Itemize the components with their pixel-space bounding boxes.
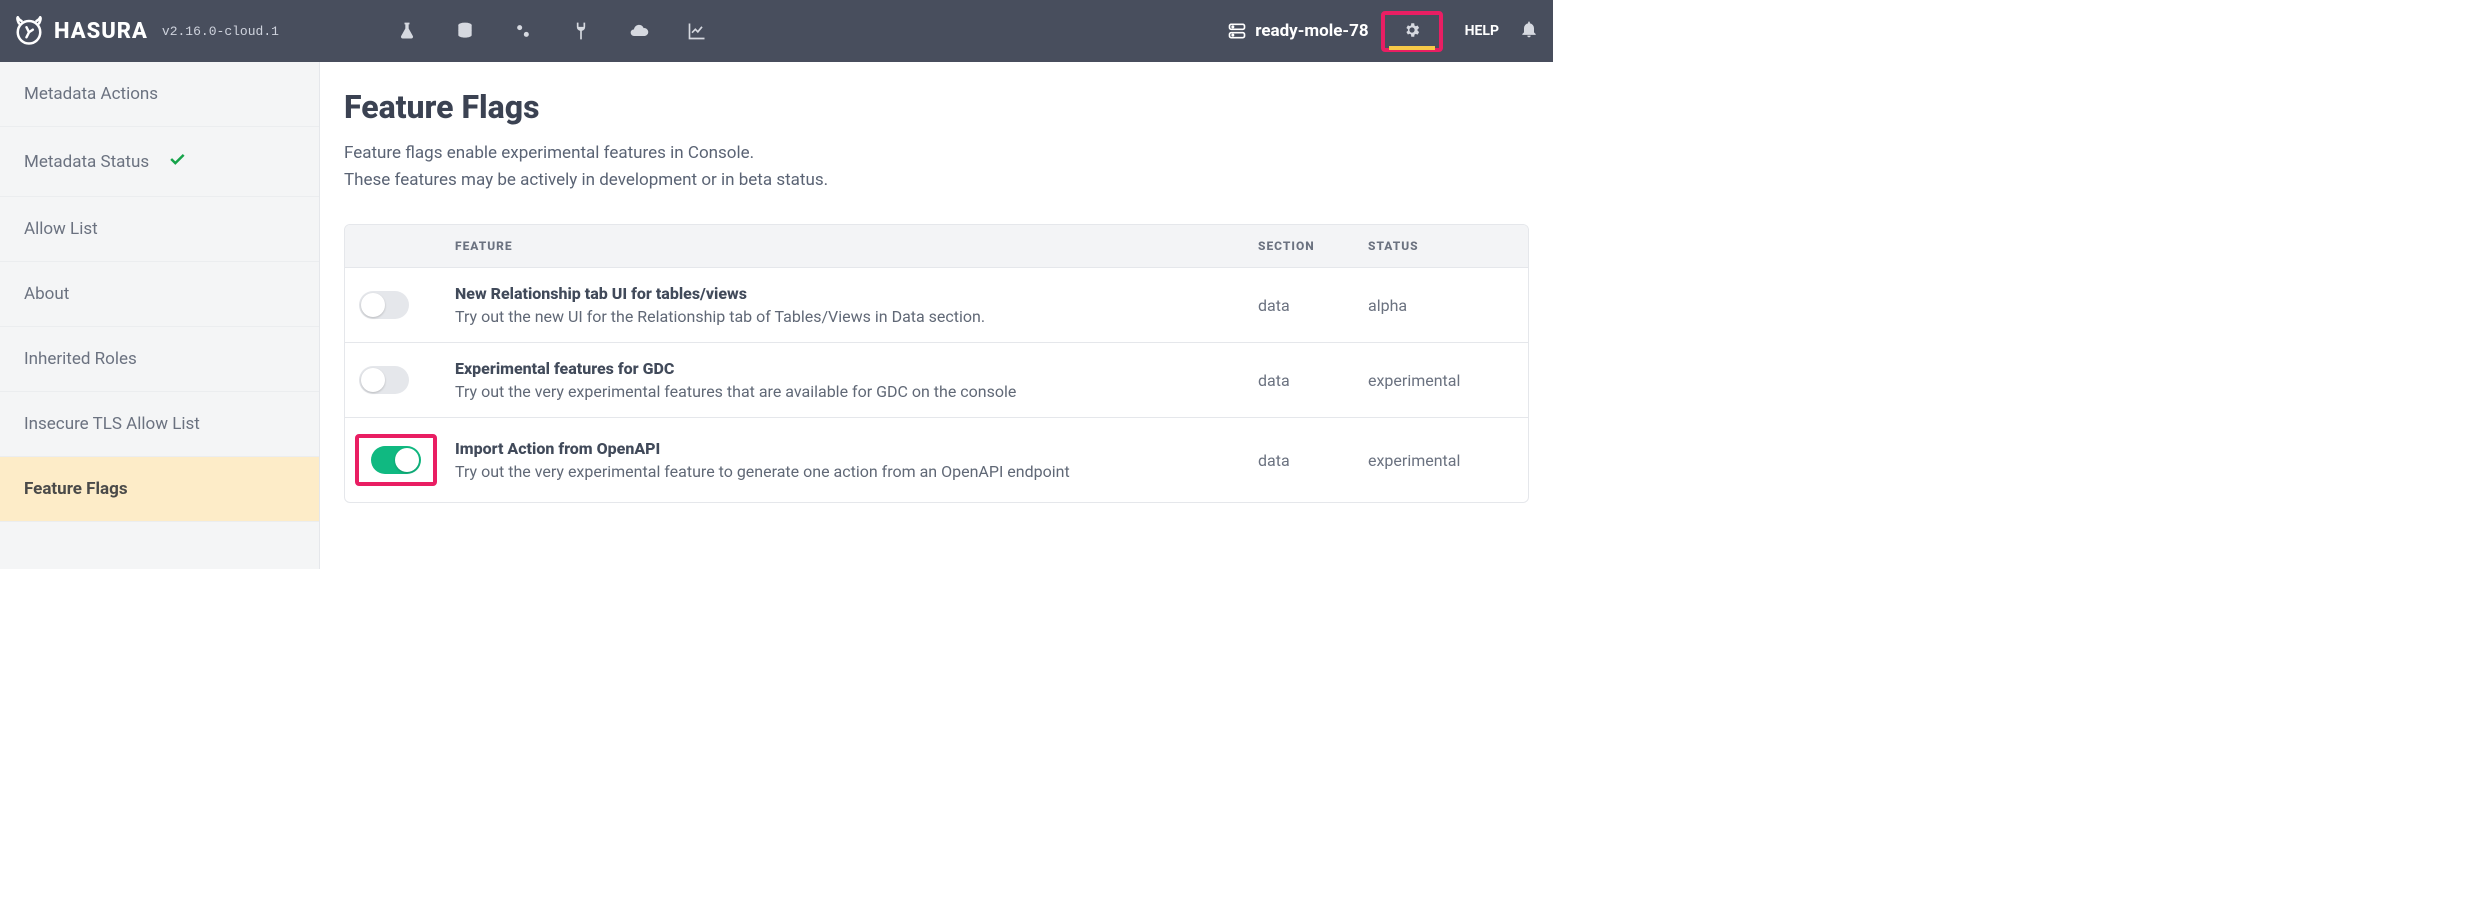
status-cell: experimental [1368, 451, 1528, 470]
page-title: Feature Flags [344, 88, 1529, 126]
sidebar-item-label: Insecure TLS Allow List [24, 414, 200, 434]
sidebar-item-metadata-status[interactable]: Metadata Status [0, 127, 319, 197]
brand-name: HASURA [54, 19, 148, 44]
sidebar-item-label: About [24, 284, 69, 304]
feature-flags-table: FEATURE SECTION STATUS New Relationship … [344, 224, 1529, 503]
chart-icon[interactable] [687, 21, 707, 41]
sidebar-item-label: Feature Flags [24, 479, 128, 499]
feature-description: Try out the new UI for the Relationship … [455, 307, 1258, 326]
sidebar-item-about[interactable]: About [0, 262, 319, 327]
toggle-cell [345, 434, 455, 486]
toggle-cell [345, 291, 455, 319]
check-icon [167, 149, 187, 174]
section-cell: data [1258, 296, 1368, 315]
sidebar-item-insecure-tls[interactable]: Insecure TLS Allow List [0, 392, 319, 457]
page-desc-line2: These features may be actively in develo… [344, 170, 828, 190]
toggle-knob [361, 368, 385, 392]
sidebar-item-feature-flags[interactable]: Feature Flags [0, 457, 319, 522]
plug-icon[interactable] [571, 21, 591, 41]
table-row: Import Action from OpenAPI Try out the ve… [345, 417, 1528, 502]
sidebar-item-label: Metadata Status [24, 152, 149, 172]
feature-toggle[interactable] [359, 291, 409, 319]
feature-description: Try out the very experimental features t… [455, 382, 1258, 401]
project-selector[interactable]: ready-mole-78 [1227, 21, 1368, 41]
database-icon[interactable] [455, 21, 475, 41]
feature-title: New Relationship tab UI for tables/views [455, 284, 1258, 303]
table-header-row: FEATURE SECTION STATUS [345, 225, 1528, 267]
section-cell: data [1258, 371, 1368, 390]
feature-title: Experimental features for GDC [455, 359, 1258, 378]
th-feature: FEATURE [455, 239, 1258, 253]
sidebar-item-label: Inherited Roles [24, 349, 137, 369]
project-name: ready-mole-78 [1255, 21, 1368, 41]
toggle-highlight [355, 434, 437, 486]
nav-right: ready-mole-78 HELP [1227, 11, 1539, 52]
feature-description: Try out the very experimental feature to… [455, 462, 1258, 481]
gears-icon[interactable] [513, 21, 533, 41]
toggle-knob [395, 448, 419, 472]
server-icon [1227, 21, 1247, 41]
feature-cell: Import Action from OpenAPI Try out the ve… [455, 439, 1258, 481]
status-cell: alpha [1368, 296, 1528, 315]
content-area: Feature Flags Feature flags enable exper… [320, 62, 1553, 569]
gear-icon[interactable] [1403, 21, 1421, 39]
sidebar-item-inherited-roles[interactable]: Inherited Roles [0, 327, 319, 392]
feature-toggle[interactable] [371, 446, 421, 474]
flask-icon[interactable] [397, 21, 417, 41]
sidebar-item-allow-list[interactable]: Allow List [0, 197, 319, 262]
status-cell: experimental [1368, 371, 1528, 390]
feature-toggle[interactable] [359, 366, 409, 394]
page-desc-line1: Feature flags enable experimental featur… [344, 143, 754, 163]
toggle-cell [345, 366, 455, 394]
table-row: Experimental features for GDC Try out the… [345, 342, 1528, 417]
section-cell: data [1258, 451, 1368, 470]
feature-title: Import Action from OpenAPI [455, 439, 1258, 458]
sidebar-item-label: Allow List [24, 219, 98, 239]
settings-button-highlight [1381, 11, 1443, 52]
help-link[interactable]: HELP [1465, 23, 1499, 39]
version-label: v2.16.0-cloud.1 [162, 24, 279, 39]
brand[interactable]: HASURA v2.16.0-cloud.1 [14, 16, 279, 46]
toggle-knob [361, 293, 385, 317]
feature-cell: New Relationship tab UI for tables/views… [455, 284, 1258, 326]
th-status: STATUS [1368, 239, 1528, 253]
top-nav: HASURA v2.16.0-cloud.1 ready-mole-78 [0, 0, 1553, 62]
bell-icon[interactable] [1519, 19, 1539, 43]
sidebar-item-label: Metadata Actions [24, 84, 158, 104]
main-layout: Metadata Actions Metadata Status Allow L… [0, 62, 1553, 569]
feature-cell: Experimental features for GDC Try out the… [455, 359, 1258, 401]
hasura-logo-icon [14, 16, 44, 46]
page-description: Feature flags enable experimental featur… [344, 140, 1529, 194]
nav-tab-icons [397, 21, 707, 41]
table-row: New Relationship tab UI for tables/views… [345, 267, 1528, 342]
th-section: SECTION [1258, 239, 1368, 253]
settings-sidebar: Metadata Actions Metadata Status Allow L… [0, 62, 320, 569]
cloud-icon[interactable] [629, 21, 649, 41]
sidebar-item-metadata-actions[interactable]: Metadata Actions [0, 62, 319, 127]
